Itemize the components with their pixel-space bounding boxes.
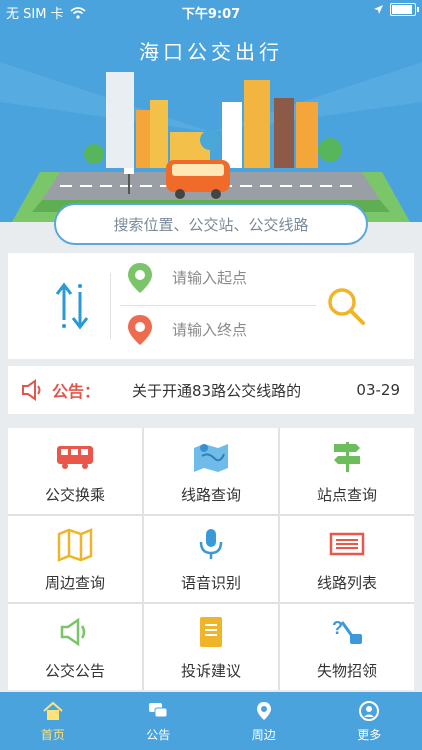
- feature-line-query[interactable]: 线路查询: [144, 428, 278, 514]
- end-pin-icon: [128, 315, 152, 345]
- tab-home[interactable]: 首页: [0, 692, 106, 750]
- tab-label: 首页: [40, 727, 65, 742]
- start-input[interactable]: 请输入起点: [172, 267, 247, 288]
- megaphone-icon: [22, 379, 41, 401]
- end-input[interactable]: 请输入终点: [172, 319, 247, 340]
- map-icon: [194, 443, 228, 472]
- feature-voice[interactable]: 语音识别: [144, 516, 278, 602]
- feature-label: 公交换乘: [44, 485, 105, 504]
- notebook-icon: [200, 616, 222, 647]
- microphone-icon: [199, 528, 223, 559]
- battery-icon: [390, 3, 419, 16]
- notice-bar[interactable]: 公告： 关于开通83路公交线路的 03-29: [8, 366, 414, 414]
- swap-icon[interactable]: [52, 280, 92, 332]
- list-icon: [329, 532, 365, 555]
- bus-icon: [57, 445, 93, 469]
- notice-text[interactable]: 关于开通83路公交线路的: [132, 380, 301, 401]
- feature-label: 投诉建议: [180, 661, 241, 680]
- chat-icon: [149, 702, 168, 717]
- user-icon: [359, 700, 380, 721]
- home-icon: [43, 701, 63, 720]
- status-time: 下午9:07: [181, 7, 241, 22]
- signpost-icon: [334, 441, 360, 472]
- feature-transfer[interactable]: 公交换乘: [8, 428, 142, 514]
- tab-label: 公告: [146, 727, 171, 742]
- hero-banner: 海口公交出行: [0, 22, 422, 222]
- feature-label: 公交公告: [44, 661, 105, 680]
- route-search-icon[interactable]: [324, 284, 368, 328]
- search-input[interactable]: 搜索位置、公交站、公交线路: [54, 203, 368, 245]
- route-planner: 请输入起点 请输入终点: [8, 253, 414, 359]
- tab-notice[interactable]: 公告: [106, 692, 212, 750]
- tab-nearby[interactable]: 周边: [211, 692, 317, 750]
- feature-bus-notice[interactable]: 公交公告: [8, 604, 142, 690]
- feature-complaint[interactable]: 投诉建议: [144, 604, 278, 690]
- speaker-icon: [60, 617, 86, 646]
- notice-label: 公告：: [52, 382, 101, 401]
- svg-text:?: ?: [332, 618, 343, 638]
- city-illustration: [0, 62, 422, 222]
- location-icon: [256, 701, 271, 720]
- tab-label: 周边: [251, 727, 276, 742]
- feature-lost-found[interactable]: ? 失物招领: [280, 604, 414, 690]
- lost-found-icon: ?: [332, 618, 362, 644]
- feature-label: 站点查询: [316, 485, 377, 504]
- feature-label: 周边查询: [44, 573, 105, 592]
- route-divider-horizontal: [120, 305, 316, 306]
- folded-map-icon: [57, 527, 93, 562]
- feature-label: 语音识别: [180, 573, 241, 592]
- search-placeholder: 搜索位置、公交站、公交线路: [113, 215, 309, 234]
- start-pin-icon: [128, 263, 152, 293]
- route-divider-vertical: [110, 273, 111, 339]
- feature-station-query[interactable]: 站点查询: [280, 428, 414, 514]
- feature-line-list[interactable]: 线路列表: [280, 516, 414, 602]
- location-arrow-icon: [374, 5, 383, 14]
- feature-label: 失物招领: [316, 661, 377, 680]
- feature-nearby[interactable]: 周边查询: [8, 516, 142, 602]
- feature-label: 线路列表: [316, 573, 377, 592]
- notice-date: 03-29: [356, 381, 400, 399]
- status-bar: 无 SIM 卡 下午9:07: [0, 0, 422, 22]
- feature-label: 线路查询: [180, 485, 241, 504]
- tab-label: 更多: [357, 727, 382, 742]
- tab-bar: 首页 公告 周边 更多: [0, 692, 422, 750]
- feature-grid: 公交换乘 线路查询 站点查询 周边查询 语音识别 线路列表 公交公告 投诉建议 …: [8, 428, 414, 690]
- tab-more[interactable]: 更多: [317, 692, 422, 750]
